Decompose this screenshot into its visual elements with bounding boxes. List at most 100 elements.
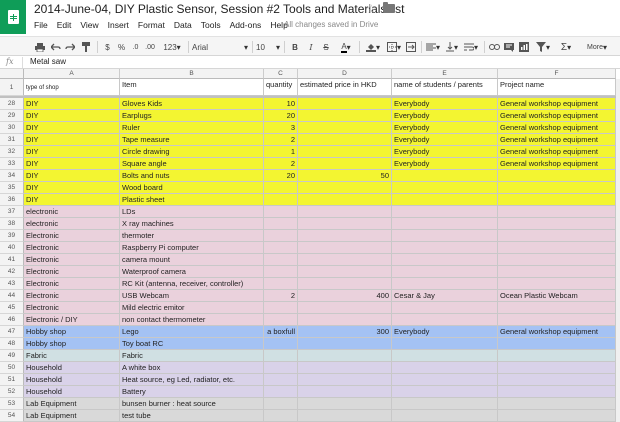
cell-project[interactable] <box>498 218 616 230</box>
cell-project[interactable]: General workshop equipment <box>498 134 616 146</box>
row-number[interactable]: 1 <box>0 79 24 96</box>
cell-quantity[interactable] <box>264 410 298 422</box>
row-number[interactable]: 43 <box>0 278 24 290</box>
cell-price[interactable] <box>298 206 392 218</box>
cell-students[interactable] <box>392 170 498 182</box>
cell-price[interactable] <box>298 374 392 386</box>
cell-quantity[interactable]: 10 <box>264 98 298 110</box>
cell-project[interactable]: General workshop equipment <box>498 98 616 110</box>
formula-input[interactable]: Metal saw <box>30 57 66 66</box>
row-number[interactable]: 28 <box>0 98 24 110</box>
cell-item[interactable]: X ray machines <box>120 218 264 230</box>
row-number[interactable]: 34 <box>0 170 24 182</box>
cell-price[interactable] <box>298 158 392 170</box>
cell-shop-type[interactable]: Lab Equipment <box>24 398 120 410</box>
header-cell-students[interactable]: name of students / parents <box>392 79 498 96</box>
cell-project[interactable]: General workshop equipment <box>498 110 616 122</box>
cell-students[interactable]: Everybody <box>392 122 498 134</box>
cell-item[interactable]: thermoter <box>120 230 264 242</box>
cell-students[interactable] <box>392 338 498 350</box>
cell-students[interactable] <box>392 242 498 254</box>
fill-color-icon[interactable]: ▾ <box>364 40 382 54</box>
cell-quantity[interactable] <box>264 338 298 350</box>
row-number[interactable]: 35 <box>0 182 24 194</box>
italic-button[interactable]: I <box>306 40 316 54</box>
cell-students[interactable] <box>392 278 498 290</box>
cell-shop-type[interactable]: electronic <box>24 218 120 230</box>
cell-quantity[interactable] <box>264 230 298 242</box>
cell-item[interactable]: Fabric <box>120 350 264 362</box>
cell-shop-type[interactable]: Electronic <box>24 266 120 278</box>
cell-quantity[interactable] <box>264 254 298 266</box>
undo-icon[interactable] <box>50 40 62 54</box>
row-number[interactable]: 37 <box>0 206 24 218</box>
cell-item[interactable]: LDs <box>120 206 264 218</box>
percent-format-button[interactable]: % <box>117 40 126 54</box>
cell-shop-type[interactable]: DIY <box>24 98 120 110</box>
cell-shop-type[interactable]: Household <box>24 362 120 374</box>
cell-students[interactable] <box>392 350 498 362</box>
cell-shop-type[interactable]: Electronic <box>24 254 120 266</box>
cell-project[interactable]: General workshop equipment <box>498 158 616 170</box>
cell-project[interactable] <box>498 398 616 410</box>
cell-quantity[interactable]: 20 <box>264 170 298 182</box>
row-number[interactable]: 46 <box>0 314 24 326</box>
cell-students[interactable] <box>392 374 498 386</box>
cell-project[interactable] <box>498 194 616 206</box>
cell-project[interactable] <box>498 350 616 362</box>
cell-students[interactable] <box>392 230 498 242</box>
cell-item[interactable]: A white box <box>120 362 264 374</box>
cell-shop-type[interactable]: Electronic <box>24 290 120 302</box>
row-number[interactable]: 42 <box>0 266 24 278</box>
row-number[interactable]: 31 <box>0 134 24 146</box>
currency-format-button[interactable]: $ <box>103 40 112 54</box>
cell-students[interactable] <box>392 254 498 266</box>
folder-icon[interactable] <box>383 2 395 13</box>
font-size-dropdown[interactable]: 10 ▾ <box>256 40 280 54</box>
cell-students[interactable] <box>392 206 498 218</box>
more-button[interactable]: More ▾ <box>582 40 612 54</box>
cell-project[interactable] <box>498 410 616 422</box>
sheets-logo-icon[interactable] <box>0 0 26 34</box>
cell-students[interactable] <box>392 302 498 314</box>
row-number[interactable]: 49 <box>0 350 24 362</box>
cell-students[interactable] <box>392 194 498 206</box>
cell-quantity[interactable] <box>264 242 298 254</box>
filter-icon[interactable]: ▾ <box>534 40 552 54</box>
bold-button[interactable]: B <box>290 40 300 54</box>
cell-item[interactable]: Tape measure <box>120 134 264 146</box>
cell-shop-type[interactable]: Household <box>24 386 120 398</box>
cell-shop-type[interactable]: DIY <box>24 122 120 134</box>
cell-price[interactable] <box>298 122 392 134</box>
cell-project[interactable] <box>498 278 616 290</box>
cell-item[interactable]: Wood board <box>120 182 264 194</box>
vertical-scrollbar[interactable] <box>616 79 620 422</box>
cell-shop-type[interactable]: Electronic <box>24 230 120 242</box>
cell-students[interactable]: Everybody <box>392 134 498 146</box>
cell-project[interactable]: General workshop equipment <box>498 146 616 158</box>
header-cell-shop-type[interactable]: type of shop <box>24 79 120 96</box>
cell-quantity[interactable] <box>264 374 298 386</box>
print-icon[interactable] <box>34 40 46 54</box>
cell-students[interactable]: Everybody <box>392 146 498 158</box>
cell-price[interactable] <box>298 266 392 278</box>
cell-shop-type[interactable]: Electronic / DIY <box>24 314 120 326</box>
cell-shop-type[interactable]: Fabric <box>24 350 120 362</box>
text-wrap-icon[interactable]: ▾ <box>462 40 480 54</box>
header-cell-quantity[interactable]: quantity <box>264 79 298 96</box>
cell-students[interactable]: Everybody <box>392 326 498 338</box>
cell-students[interactable]: Everybody <box>392 158 498 170</box>
cell-project[interactable] <box>498 170 616 182</box>
align-vertical-icon[interactable]: ▾ <box>443 40 461 54</box>
header-cell-project[interactable]: Project name <box>498 79 616 96</box>
cell-item[interactable]: non contact thermometer <box>120 314 264 326</box>
cell-shop-type[interactable]: DIY <box>24 146 120 158</box>
cell-item[interactable]: Toy boat RC <box>120 338 264 350</box>
menu-data[interactable]: Data <box>174 20 192 30</box>
menu-addons[interactable]: Add-ons <box>230 20 262 30</box>
insert-link-icon[interactable] <box>488 40 500 54</box>
cell-project[interactable]: General workshop equipment <box>498 326 616 338</box>
cell-price[interactable] <box>298 194 392 206</box>
cell-shop-type[interactable]: DIY <box>24 134 120 146</box>
cell-quantity[interactable]: 20 <box>264 110 298 122</box>
